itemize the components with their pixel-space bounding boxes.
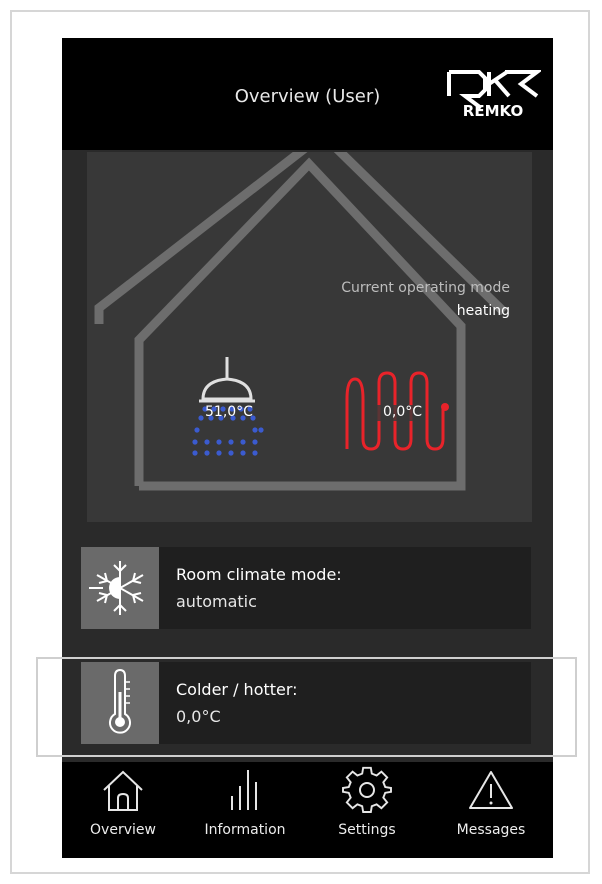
colder-hotter-card[interactable]: Colder / hotter: 0,0°C [81,662,531,744]
heating-temperature: 0,0°C [383,404,423,420]
icon-box [81,547,159,629]
header: Overview (User) REMKO [62,38,553,150]
tab-settings-label: Settings [338,822,396,838]
home-icon [103,770,143,811]
bottom-tab-bar: Overview Information Settings Messages [62,762,553,858]
tab-information[interactable]: Information [184,762,306,858]
house-outline-icon [94,152,508,491]
house-overview: Current operating mode heating 51,0°C 0,… [87,152,532,522]
colder-hotter-label: Colder / hotter: [176,680,298,699]
hot-water-temperature: 51,0°C [205,404,253,420]
tab-settings[interactable]: Settings [306,762,428,858]
tab-messages[interactable]: Messages [430,762,552,858]
room-climate-value: automatic [176,592,257,611]
tab-messages-label: Messages [456,822,526,838]
room-climate-label: Room climate mode: [176,565,342,584]
snowflake-sun-icon [89,561,144,615]
operating-mode-value: heating [456,303,510,319]
tab-information-label: Information [204,822,286,838]
thermometer-icon [109,668,131,734]
logo-text: REMKO [463,102,523,120]
room-climate-card[interactable]: Room climate mode: automatic [81,547,531,629]
bars-icon [231,770,257,810]
colder-hotter-value: 0,0°C [176,707,221,726]
tab-overview-label: Overview [90,822,156,838]
warning-icon [469,771,513,809]
tab-overview[interactable]: Overview [62,762,184,858]
icon-box [81,662,159,744]
app-screen: Overview (User) REMKO Current operating … [62,38,553,858]
remko-logo: REMKO [445,68,541,120]
operating-mode-label: Current operating mode [341,280,510,296]
gear-icon [342,766,392,813]
